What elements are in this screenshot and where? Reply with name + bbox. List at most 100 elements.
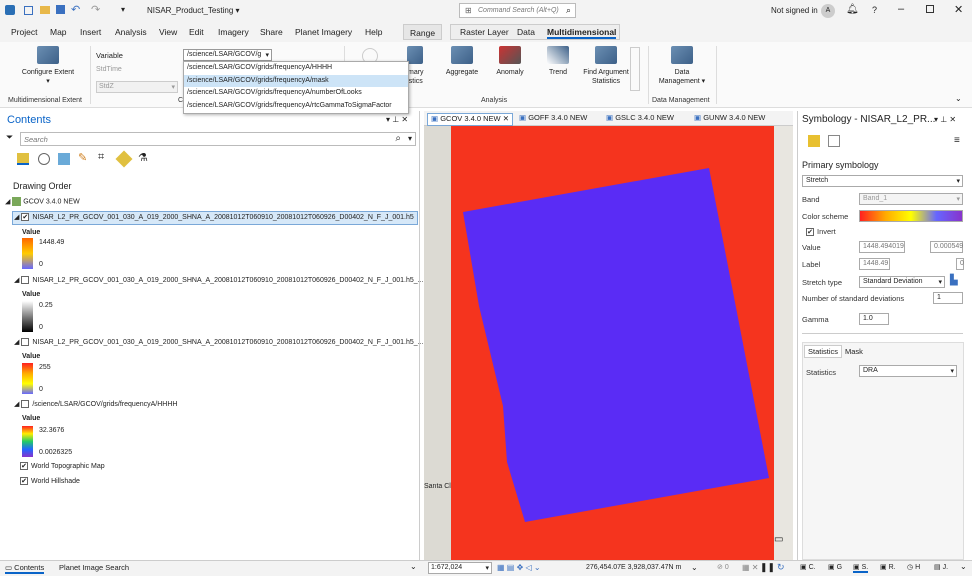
primary-symbology-icon[interactable] — [808, 135, 820, 147]
variable-option-selected[interactable]: /science/LSAR/GCOV/grids/frequencyA/mask — [184, 74, 408, 87]
tab-help[interactable]: Help — [365, 27, 382, 37]
histogram-icon[interactable]: ▙ — [950, 275, 958, 286]
labeling-icon[interactable] — [115, 150, 133, 168]
color-scheme-dropdown[interactable] — [859, 210, 963, 222]
selection-tools-icon[interactable]: ▦ ✕ — [742, 563, 758, 572]
map-tab-gunw[interactable]: ▣ GUNW 3.4.0 NEW — [694, 113, 765, 122]
tab-raster[interactable]: ▣ R. — [880, 563, 896, 571]
value-max-field[interactable]: 1448.494019 — [859, 241, 905, 253]
pause-drawing-icon[interactable]: ❚❚ — [760, 562, 775, 573]
layer-3[interactable]: ◢ NISAR_L2_PR_GCOV_001_030_A_019_2000_SH… — [14, 338, 423, 347]
tab-map[interactable]: Map — [50, 27, 67, 37]
map-tab-gslc[interactable]: ▣ GSLC 3.4.0 NEW — [606, 113, 674, 122]
scale-dropdown[interactable]: 1:672,024 ▾ — [428, 562, 492, 574]
menu-icon[interactable]: ≡ — [954, 135, 960, 146]
minimize-icon[interactable]: – — [898, 3, 904, 15]
statistics-dropdown[interactable]: DRA ▾ — [859, 365, 957, 377]
open-folder-icon[interactable] — [40, 6, 50, 14]
band-dropdown[interactable]: Band_1 ▾ — [859, 193, 963, 205]
map-view[interactable]: ▣ GCOV 3.4.0 NEW ✕ ▣ GOFF 3.4.0 NEW ▣ GS… — [424, 111, 793, 560]
variable-option[interactable]: /science/LSAR/GCOV/grids/frequencyA/HHHH — [184, 62, 408, 75]
gallery-scroll[interactable] — [630, 47, 640, 91]
data-source-icon[interactable] — [38, 153, 50, 165]
variable-option[interactable]: /science/LSAR/GCOV/grids/frequencyA/rtcG… — [184, 100, 408, 113]
invert-check[interactable]: ✔ — [806, 228, 814, 237]
vary-symbology-icon[interactable] — [828, 135, 840, 147]
layer-2[interactable]: ◢ NISAR_L2_PR_GCOV_001_030_A_019_2000_SH… — [14, 276, 423, 285]
redo-icon[interactable]: ↷ — [91, 3, 100, 16]
variable-dropdown[interactable]: /science/LSAR/GCOV/g ▾ — [183, 49, 272, 61]
tab-catalog[interactable]: ▣ C. — [800, 563, 816, 571]
chevron-down-icon[interactable]: ⌄ — [410, 562, 417, 571]
charts-icon[interactable]: ⚗ — [138, 151, 148, 164]
tab-view[interactable]: View — [159, 27, 177, 37]
basemap-hillshade[interactable]: ✔ World Hillshade — [20, 477, 80, 485]
layer-1[interactable]: ◢ ✔ NISAR_L2_PR_GCOV_001_030_A_019_2000_S… — [14, 213, 414, 222]
pane-options-icon[interactable]: ▾ ⊥ ✕ — [386, 115, 408, 124]
tab-data[interactable]: Data — [517, 27, 535, 37]
drawing-order-icon[interactable] — [17, 153, 29, 165]
save-icon[interactable] — [56, 5, 65, 14]
layer-visibility-checkbox[interactable] — [21, 400, 30, 409]
tab-multidimensional[interactable]: Multidimensional — [547, 27, 617, 39]
contents-search-input[interactable]: Search ⌕ ▾ — [20, 132, 416, 146]
invert-checkbox[interactable]: ✔ Invert — [806, 227, 836, 237]
aggregate-button[interactable]: Aggregate — [444, 46, 480, 77]
command-search-input[interactable]: ⊞ Command Search (Alt+Q) ⌕ — [459, 3, 576, 18]
close-window-icon[interactable]: ✕ — [954, 3, 963, 16]
refresh-icon[interactable]: ↻ — [777, 562, 785, 573]
tab-insert[interactable]: Insert — [80, 27, 101, 37]
configure-extent-button[interactable]: Configure Extent ▾ — [20, 46, 76, 86]
map-node[interactable]: ◢ GCOV 3.4.0 NEW — [5, 197, 80, 206]
variable-option[interactable]: /science/LSAR/GCOV/grids/frequencyA/numb… — [184, 87, 408, 100]
trend-button[interactable]: Trend — [544, 46, 572, 77]
tab-history[interactable]: ◷ H — [907, 563, 920, 571]
tab-j[interactable]: ▤ J. — [934, 563, 948, 571]
maximize-icon[interactable] — [926, 5, 934, 13]
map-tab-gcov[interactable]: ▣ GCOV 3.4.0 NEW ✕ — [427, 113, 513, 126]
tab-geoprocessing[interactable]: ▣ G — [828, 563, 842, 571]
coordinate-units-icon[interactable]: ⌄ — [691, 563, 698, 572]
tab-planet-image-search[interactable]: Planet Image Search — [59, 563, 129, 572]
label-max-field[interactable]: 1448.49 — [859, 258, 890, 270]
tab-share[interactable]: Share — [260, 27, 283, 37]
tab-analysis[interactable]: Analysis — [115, 27, 147, 37]
avatar[interactable]: A — [821, 4, 835, 18]
customize-qat-icon[interactable]: ▾ — [121, 5, 125, 14]
map-tab-goff[interactable]: ▣ GOFF 3.4.0 NEW — [519, 113, 587, 122]
layer-visibility-checkbox[interactable]: ✔ — [20, 477, 28, 485]
value-min-field[interactable]: 0.000549 — [930, 241, 963, 253]
label-min-field[interactable]: 0 — [956, 258, 964, 270]
tab-symbology[interactable]: ▣ S. — [853, 563, 869, 573]
chevron-down-icon[interactable]: ▾ — [408, 134, 412, 143]
selection-icon[interactable] — [58, 153, 70, 165]
tab-planet-imagery[interactable]: Planet Imagery — [295, 27, 352, 37]
layer-visibility-checkbox[interactable] — [21, 338, 30, 347]
undo-icon[interactable]: ↶ — [71, 3, 80, 16]
data-management-button[interactable]: Data Management ▾ — [654, 46, 710, 86]
layer-visibility-checkbox[interactable]: ✔ — [21, 213, 30, 222]
layer-visibility-checkbox[interactable]: ✔ — [20, 462, 28, 470]
pane-options-icon[interactable]: ▾ ⊥ ✕ — [934, 115, 956, 124]
map-table-icon[interactable]: ▭ — [774, 534, 783, 545]
signin-text[interactable]: Not signed in — [771, 6, 818, 15]
stretch-type-dropdown[interactable]: Standard Deviation ▾ — [859, 276, 945, 288]
find-argument-statistics-button[interactable]: Find Argument Statistics — [580, 46, 632, 86]
tab-range[interactable]: Range — [403, 24, 443, 40]
tab-imagery[interactable]: Imagery — [218, 27, 249, 37]
filter-icon[interactable]: ⏷ — [6, 132, 13, 143]
layer-visibility-checkbox[interactable] — [21, 276, 30, 285]
stdz-dropdown[interactable]: StdZ ▾ — [96, 81, 178, 93]
gamma-field[interactable]: 1.0 — [859, 313, 889, 325]
editing-icon[interactable]: ✎ — [78, 151, 87, 164]
tab-raster-layer[interactable]: Raster Layer — [460, 27, 509, 37]
anomaly-button[interactable]: Anomaly — [494, 46, 526, 77]
tab-statistics[interactable]: Statistics — [804, 345, 843, 358]
help-icon[interactable]: ? — [872, 5, 877, 15]
tab-project[interactable]: Project — [11, 27, 37, 37]
snapping-icon[interactable]: ⌗ — [98, 151, 104, 164]
num-std-field[interactable]: 1 — [933, 292, 963, 304]
chevron-down-icon[interactable]: ⌄ — [960, 562, 967, 571]
new-project-icon[interactable] — [24, 6, 33, 15]
tab-edit[interactable]: Edit — [189, 27, 204, 37]
